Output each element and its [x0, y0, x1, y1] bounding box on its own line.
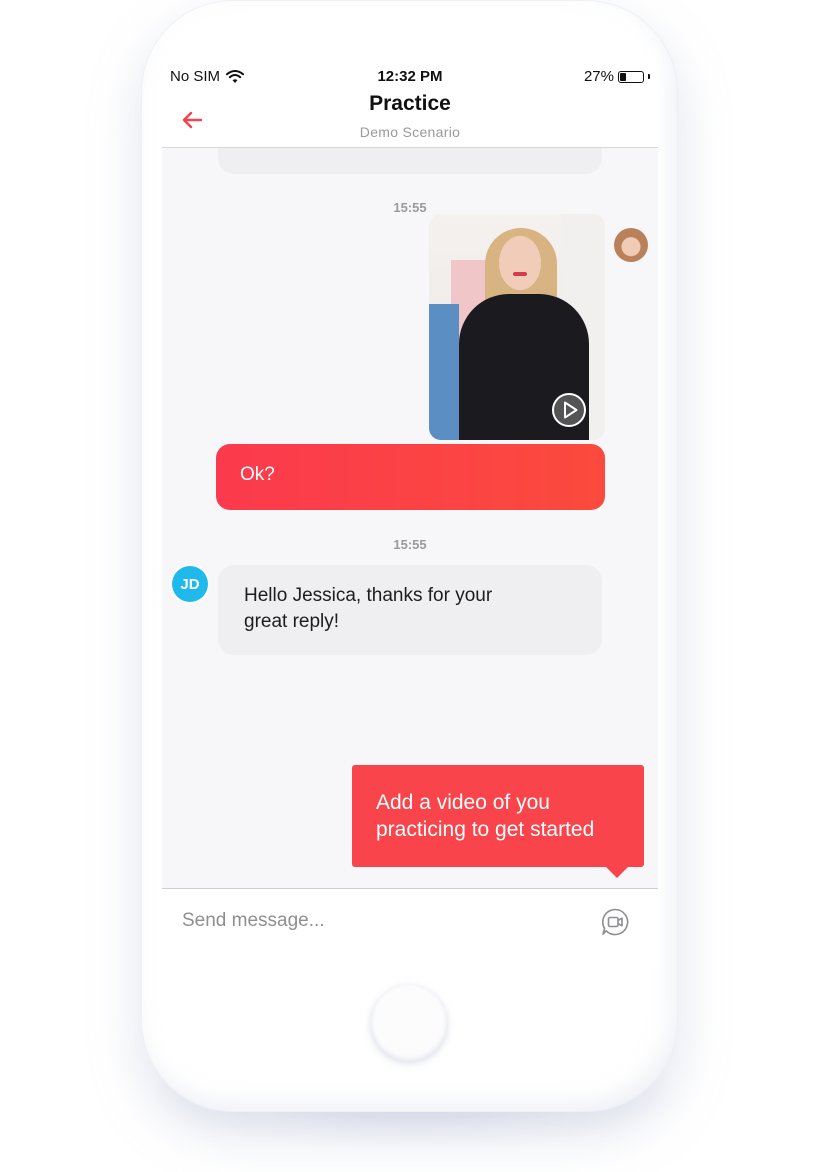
tooltip-pointer — [606, 867, 628, 878]
received-message-line: great reply! — [244, 611, 340, 632]
tooltip-line: Add a video of you — [376, 791, 550, 814]
battery-icon — [618, 70, 644, 83]
app-screen: No SIM 12:32 PM 27% Practice Demo Scenar… — [162, 56, 658, 968]
message-bubble-partial — [218, 148, 602, 174]
message-timestamp: 15:55 — [393, 537, 427, 552]
battery-percent: 27% — [583, 68, 614, 85]
video-camera-icon[interactable] — [600, 907, 630, 937]
message-input[interactable] — [172, 903, 602, 939]
message-composer — [162, 889, 658, 968]
received-message-bubble[interactable]: Hello Jessica, thanks for your great rep… — [218, 565, 602, 655]
person-face — [499, 236, 541, 290]
tooltip-line: practicing to get started — [376, 818, 595, 841]
home-button[interactable] — [371, 985, 447, 1061]
sent-message-bubble[interactable]: Ok? — [216, 444, 605, 510]
contact-avatar: JD — [172, 566, 208, 602]
battery-tip — [648, 74, 650, 79]
message-timestamp: 15:55 — [393, 200, 427, 215]
video-message-thumbnail[interactable] — [429, 214, 605, 440]
page-title: Practice — [369, 92, 451, 115]
play-icon[interactable] — [551, 392, 587, 428]
onboarding-tooltip: Add a video of you practicing to get sta… — [352, 765, 644, 867]
sent-message-text: Ok? — [240, 464, 275, 485]
received-message-line: Hello Jessica, thanks for your — [244, 585, 493, 606]
page-subtitle: Demo Scenario — [359, 124, 461, 140]
user-avatar — [614, 228, 648, 262]
status-battery: 27% — [584, 68, 650, 85]
chat-area[interactable]: 15:55 Ok? 15:55 JD Hello Jessica, thanks… — [162, 148, 658, 888]
